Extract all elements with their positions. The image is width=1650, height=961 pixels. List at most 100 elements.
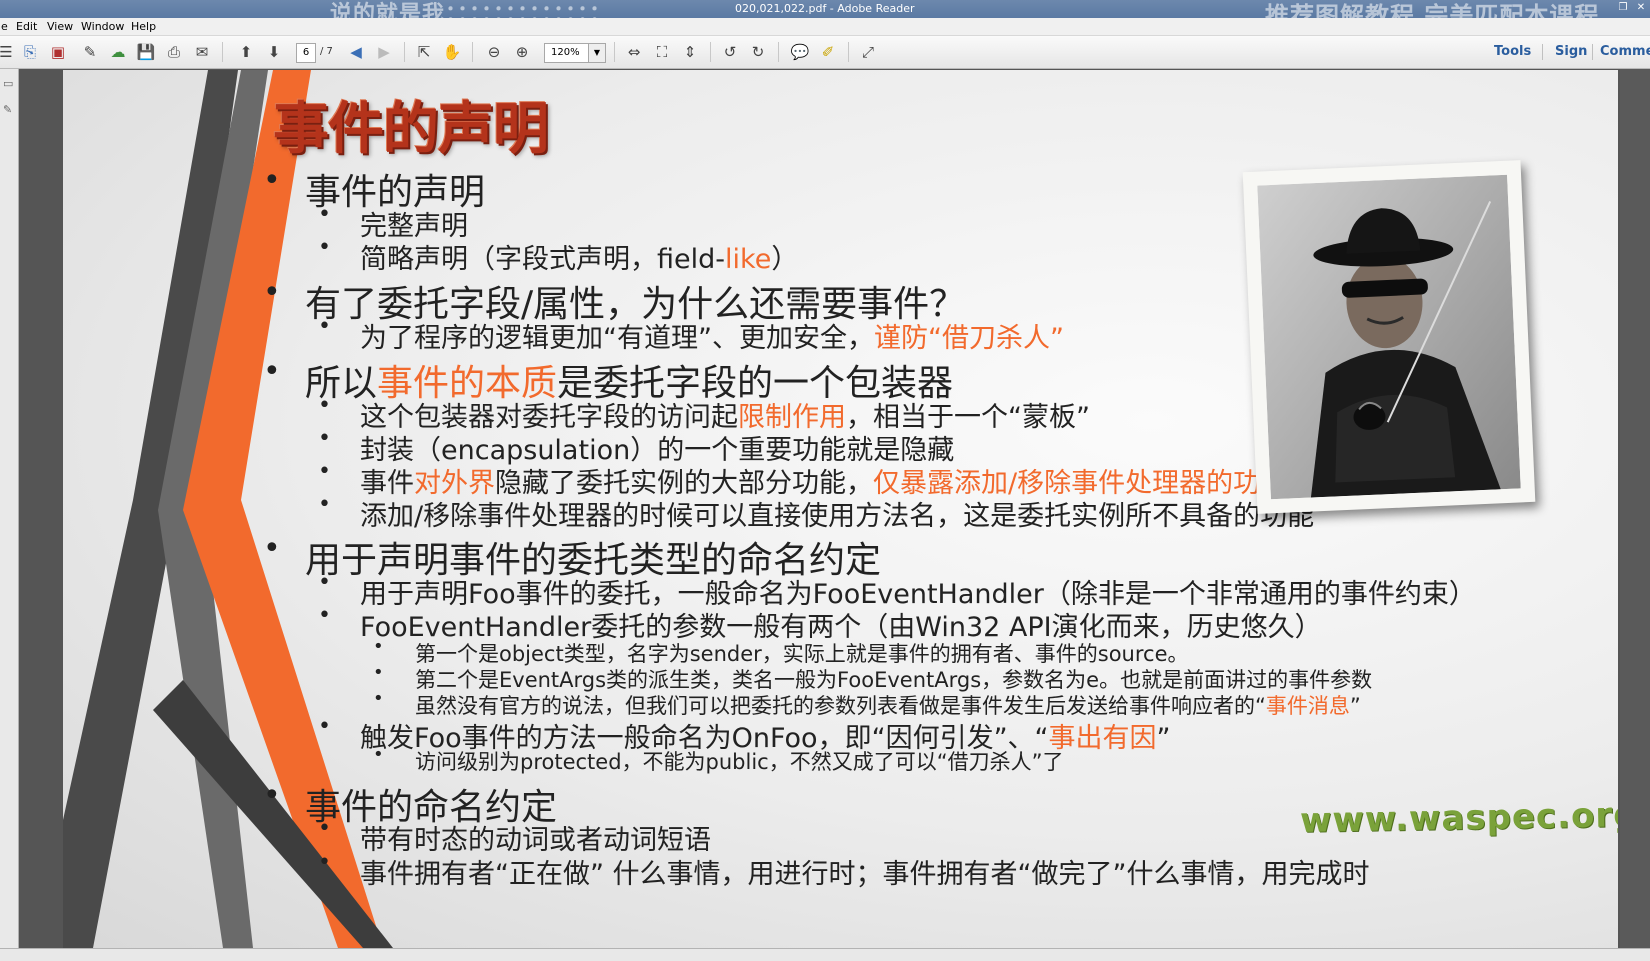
last-page-icon[interactable]: ▶ bbox=[374, 42, 394, 62]
sign-button[interactable]: Sign bbox=[1555, 44, 1587, 59]
highlighted-text: 事出有因 bbox=[1048, 723, 1157, 754]
attachment-icon[interactable]: ✎ bbox=[3, 103, 15, 117]
hand-tool-icon[interactable]: ✋ bbox=[442, 42, 462, 62]
toolbar-separator bbox=[404, 42, 405, 62]
edit-icon[interactable]: ✎ bbox=[80, 42, 100, 62]
previous-page-icon[interactable]: ⬆ bbox=[236, 42, 256, 62]
menu-help[interactable]: Help bbox=[131, 20, 156, 33]
menu-window[interactable]: Window bbox=[81, 20, 124, 33]
bullet-dot-icon: • bbox=[263, 275, 281, 310]
comment-button[interactable]: Comme bbox=[1600, 44, 1650, 59]
bullet-dot-icon: • bbox=[318, 603, 331, 628]
slide-title: 事件的声明 bbox=[273, 97, 549, 162]
bullet-text: 虽然没有官方的说法，但我们可以把委托的参数列表看做是事件发生后发送给事件响应者的… bbox=[415, 694, 1266, 718]
close-window-button[interactable]: ✕ bbox=[1634, 1, 1648, 15]
fit-width-icon[interactable]: ⇔ bbox=[624, 42, 644, 62]
bullet-dot-icon: • bbox=[263, 354, 281, 389]
zoom-out-icon[interactable]: ⊖ bbox=[484, 42, 504, 62]
bullet-dot-icon: • bbox=[318, 393, 331, 418]
bullet-text: ” bbox=[1156, 723, 1171, 754]
menu-view[interactable]: View bbox=[47, 20, 73, 33]
bullet-level-2: • 为了程序的逻辑更加“有道理”、更加安全，谨防“借刀杀人” bbox=[318, 314, 1064, 355]
main-toolbar: ☰ ⎘ ▣ ✎ ☁ 💾 ⎙ ✉ ⬆ ⬇ 6 / 7 ◀ ▶ ⇱ ✋ ⊖ ⊕ 12… bbox=[0, 36, 1650, 69]
bullet-dot-icon: • bbox=[318, 714, 331, 739]
next-page-icon[interactable]: ⬇ bbox=[264, 42, 284, 62]
scroll-mode-icon[interactable]: ⇕ bbox=[680, 42, 700, 62]
bullet-dot-icon: • bbox=[318, 570, 331, 595]
toolbar-separator bbox=[778, 42, 779, 62]
bullet-dot-icon: • bbox=[318, 850, 331, 875]
zorro-photo bbox=[1242, 160, 1536, 514]
bullet-dot-icon: • bbox=[373, 688, 384, 709]
bullet-text: 为了程序的逻辑更加“有道理”、更加安全， bbox=[360, 323, 874, 354]
bullet-dot-icon: • bbox=[318, 492, 331, 517]
bullet-dot-icon: • bbox=[373, 662, 384, 683]
page-number-input[interactable]: 6 bbox=[296, 43, 316, 63]
bullet-dot-icon: • bbox=[263, 778, 281, 813]
bullet-level-2: • 添加/移除事件处理器的时候可以直接使用方法名，这是委托实例所不具备的功能 bbox=[318, 492, 1315, 533]
bullet-dot-icon: • bbox=[318, 202, 331, 227]
expand-icon[interactable]: ⤢ bbox=[858, 42, 878, 62]
bullet-dot-icon: • bbox=[263, 531, 281, 566]
bullet-dot-icon: • bbox=[318, 426, 331, 451]
zoom-dropdown-icon[interactable]: ▼ bbox=[588, 43, 606, 63]
bullet-dot-icon: • bbox=[373, 636, 384, 657]
rotate-ccw-icon[interactable]: ↺ bbox=[720, 42, 740, 62]
window-title: 020,021,022.pdf - Adobe Reader bbox=[735, 2, 915, 15]
zorro-image bbox=[1257, 174, 1521, 500]
print-icon[interactable]: ⎙ bbox=[164, 42, 184, 62]
bullet-text: 访问级别为protected，不能为public，不然又成了可以“借刀杀人”了 bbox=[415, 750, 1064, 774]
bullet-text: ” bbox=[1349, 694, 1361, 718]
toolbar-separator bbox=[222, 42, 223, 62]
save-icon[interactable]: 💾 bbox=[136, 42, 156, 62]
bullet-text: 添加/移除事件处理器的时候可以直接使用方法名，这是委托实例所不具备的功能 bbox=[360, 501, 1315, 532]
menu-file[interactable]: e bbox=[1, 20, 8, 33]
highlighted-text: like bbox=[725, 244, 772, 275]
highlighted-text: 事件消息 bbox=[1265, 694, 1350, 718]
restore-window-button[interactable]: ❐ bbox=[1616, 1, 1630, 15]
toolbar-separator bbox=[710, 42, 711, 62]
bullet-text: 简略声明（字段式声明，field- bbox=[360, 244, 726, 275]
toolbar-separator bbox=[848, 42, 849, 62]
highlight-icon[interactable]: ✐ bbox=[818, 42, 838, 62]
bullet-level-2: • 简略声明（字段式声明，field-like） bbox=[318, 235, 799, 276]
zoom-in-icon[interactable]: ⊕ bbox=[512, 42, 532, 62]
comment-icon[interactable]: 💬 bbox=[790, 42, 810, 62]
status-strip bbox=[0, 948, 1650, 961]
toolbar-separator bbox=[614, 42, 615, 62]
bullet-dot-icon: • bbox=[263, 163, 281, 198]
bullet-text: 第一个是object类型，名字为sender，实际上就是事件的拥有者、事件的so… bbox=[415, 642, 1189, 666]
fit-page-icon[interactable]: ⛶ bbox=[652, 42, 672, 62]
email-icon[interactable]: ✉ bbox=[192, 42, 212, 62]
first-page-icon[interactable]: ◀ bbox=[346, 42, 366, 62]
highlighted-text: 谨防“借刀杀人” bbox=[873, 323, 1064, 354]
cloud-upload-icon[interactable]: ☁ bbox=[108, 42, 128, 62]
navigation-panel: ▭ ✎ bbox=[0, 69, 19, 960]
pdf-page-slide: 事件的声明 • 事件的声明 • 完整声明 • 简略声明（字段式声明，field-like）… bbox=[63, 70, 1618, 948]
window-title-bar: 说的就是我：：：：：：：：：：：：： 020,021,022.pdf - Ado… bbox=[0, 0, 1650, 30]
menu-bar: e Edit View Window Help bbox=[0, 18, 1650, 36]
document-scroll-area[interactable] bbox=[1620, 69, 1650, 948]
bullet-level-3: • 访问级别为protected，不能为public，不然又成了可以“借刀杀人”了 bbox=[373, 744, 1064, 776]
toolbar-separator bbox=[472, 42, 473, 62]
page-total: / 7 bbox=[320, 46, 333, 57]
pages-icon[interactable]: ▭ bbox=[3, 77, 15, 91]
select-cursor-icon[interactable]: ⇱ bbox=[414, 42, 434, 62]
bullet-dot-icon: • bbox=[318, 235, 331, 260]
toolbar-separator bbox=[1542, 44, 1543, 60]
site-watermark: www.waspec.org bbox=[1299, 795, 1618, 841]
bullet-text: ） bbox=[771, 244, 799, 275]
bullet-text: 第二个是EventArgs类的派生类，类名一般为FooEventArgs，参数名… bbox=[415, 668, 1373, 692]
rotate-cw-icon[interactable]: ↻ bbox=[748, 42, 768, 62]
bullet-dot-icon: • bbox=[318, 816, 331, 841]
bullet-level-2: • 事件拥有者“正在做” 什么事情，用进行时；事件拥有者“做完了”什么事情，用完成… bbox=[318, 850, 1370, 891]
menu-edit[interactable]: Edit bbox=[16, 20, 37, 33]
list-icon[interactable]: ☰ bbox=[0, 42, 16, 62]
create-pdf-icon[interactable]: ⎘ bbox=[20, 42, 40, 62]
bullet-dot-icon: • bbox=[373, 744, 384, 765]
bullet-dot-icon: • bbox=[318, 314, 331, 339]
bullet-dot-icon: • bbox=[318, 459, 331, 484]
toolbar-separator bbox=[1592, 44, 1593, 60]
combine-files-icon[interactable]: ▣ bbox=[48, 42, 68, 62]
tools-button[interactable]: Tools bbox=[1494, 44, 1531, 59]
